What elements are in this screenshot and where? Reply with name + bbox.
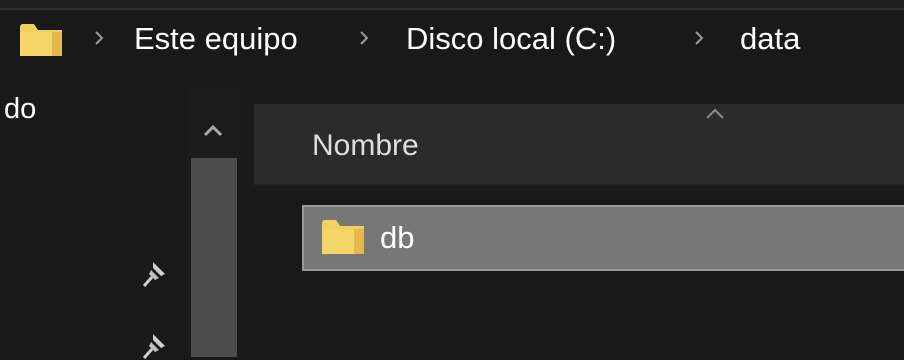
file-name: db (380, 220, 415, 255)
folder-icon[interactable] (18, 20, 64, 58)
pin-icon[interactable] (141, 330, 169, 360)
breadcrumb-item-data[interactable]: data (740, 21, 800, 57)
nav-item-label[interactable]: do (4, 92, 36, 126)
scroll-up-arrow-icon[interactable] (189, 115, 238, 145)
pane-divider[interactable] (238, 87, 254, 357)
nav-scrollbar-thumb[interactable] (191, 158, 237, 357)
chevron-right-icon[interactable] (92, 28, 106, 48)
breadcrumb-item-este-equipo[interactable]: Este equipo (134, 21, 298, 57)
chevron-right-icon[interactable] (357, 28, 371, 48)
sort-ascending-icon (706, 108, 724, 119)
breadcrumb-item-disco-local[interactable]: Disco local (C:) (406, 21, 616, 57)
folder-icon (322, 220, 364, 254)
pin-icon[interactable] (141, 258, 169, 288)
file-row-db[interactable]: db (302, 205, 904, 271)
column-header-label[interactable]: Nombre (312, 128, 419, 164)
window-top-edge (0, 0, 904, 8)
chevron-right-icon[interactable] (692, 28, 706, 48)
